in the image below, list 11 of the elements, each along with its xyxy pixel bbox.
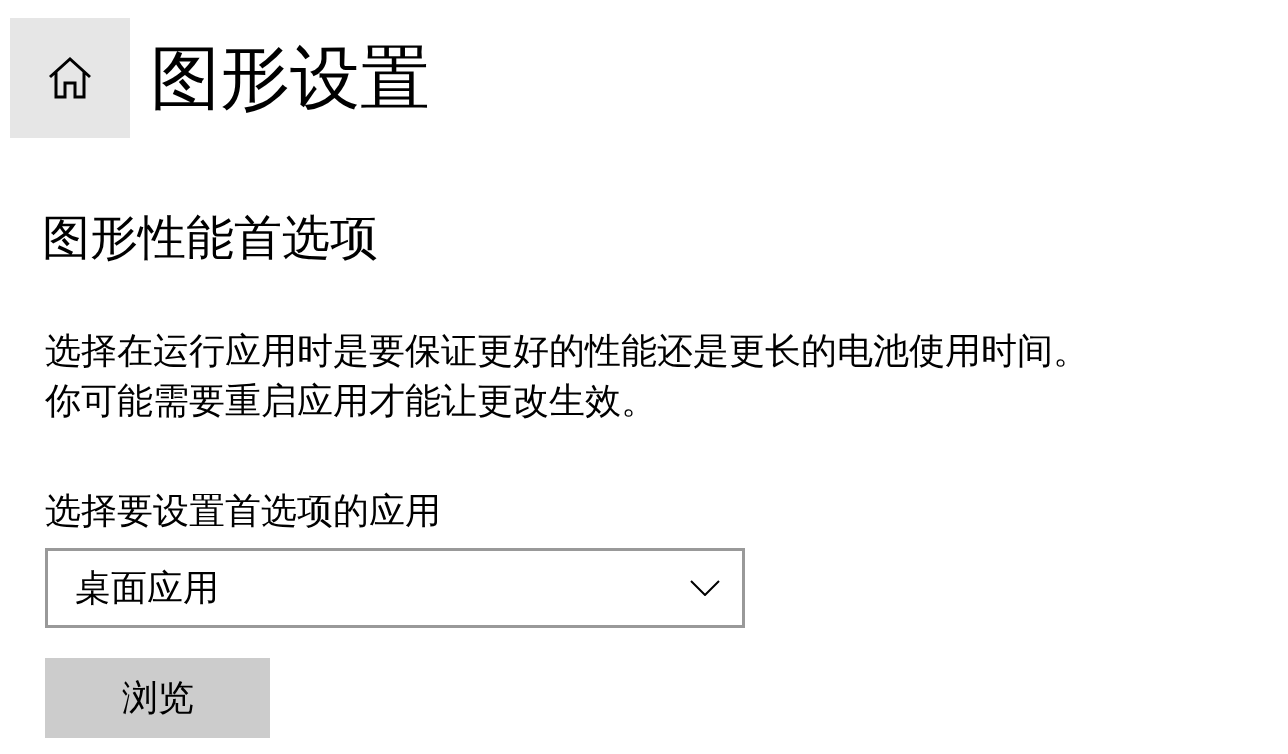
app-dropdown[interactable]: 桌面应用	[45, 548, 745, 628]
page-title: 图形设置	[150, 43, 430, 113]
home-button[interactable]	[10, 18, 130, 138]
chevron-down-icon	[690, 580, 720, 596]
dropdown-value: 桌面应用	[75, 566, 219, 610]
field-label: 选择要设置首选项的应用	[44, 489, 442, 533]
description-text: 你可能需要重启应用才能让更改生效。	[45, 379, 658, 423]
section-heading: 图形性能首选项	[42, 210, 379, 266]
home-icon	[46, 55, 94, 101]
description-text: 选择在运行应用时是要保证更好的性能还是更长的电池使用时间。	[45, 329, 1090, 373]
browse-button[interactable]: 浏览	[45, 658, 270, 738]
